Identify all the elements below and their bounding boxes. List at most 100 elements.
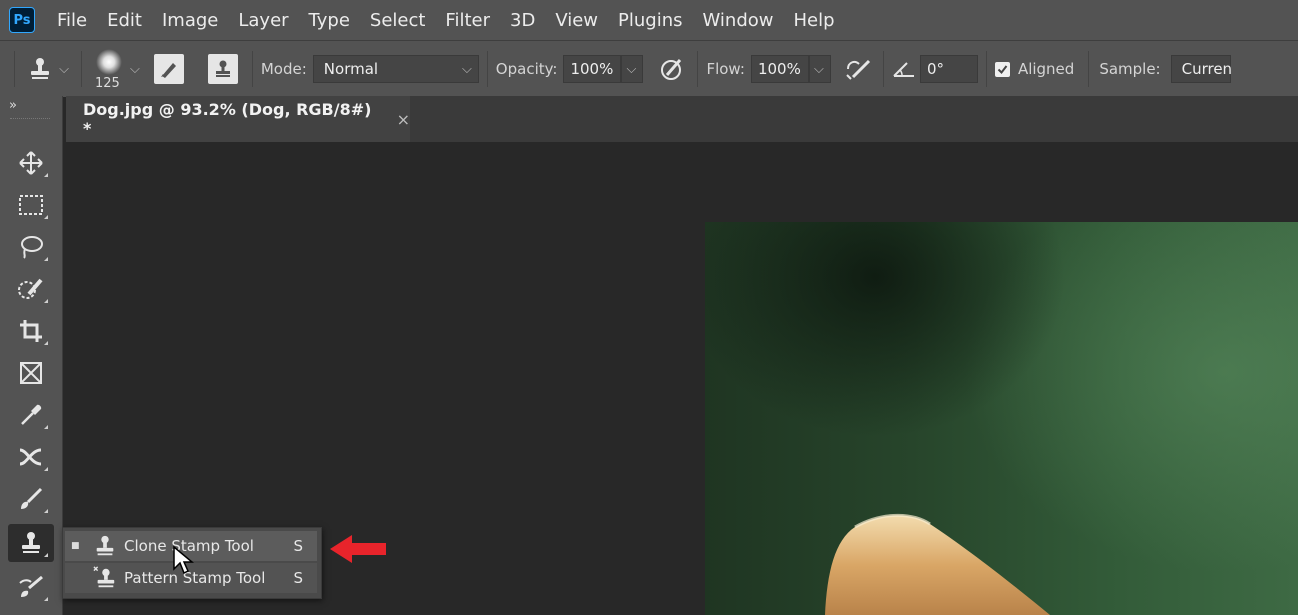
brush-settings-icon [160, 63, 176, 78]
lasso-tool[interactable] [8, 228, 54, 266]
history-brush-icon [19, 575, 43, 597]
menu-plugins[interactable]: Plugins [608, 10, 692, 31]
brush-tool[interactable] [8, 480, 54, 518]
brush-preset-picker[interactable]: 125 [90, 45, 130, 93]
healing-brush-icon [19, 448, 42, 466]
submenu-indicator [44, 173, 48, 177]
clone-stamp-tool[interactable] [8, 524, 54, 562]
submenu-indicator [44, 257, 48, 261]
flow-dropdown[interactable]: ⌵ [808, 55, 831, 83]
chevron-down-icon: ⌵ [461, 61, 472, 77]
clone-source-button[interactable] [207, 54, 238, 84]
document-tab-title[interactable]: Dog.jpg @ 93.2% (Dog, RGB/8#) * [83, 100, 383, 138]
opacity-input[interactable]: 100% [563, 55, 622, 83]
brush-icon [21, 487, 43, 509]
menu-window[interactable]: Window [693, 10, 784, 31]
crop-icon [20, 320, 42, 342]
menu-image[interactable]: Image [152, 10, 228, 31]
opacity-value: 100% [570, 60, 614, 78]
sample-select[interactable]: Curren [1170, 55, 1233, 83]
angle-icon [893, 62, 914, 77]
document-tab-strip: Dog.jpg @ 93.2% (Dog, RGB/8#) * × [66, 96, 1298, 142]
eyedropper-icon [21, 404, 42, 425]
flyout-item-label: Pattern Stamp Tool [124, 569, 266, 587]
dog-ear-image [825, 513, 1050, 615]
brush-size-value: 125 [95, 76, 120, 91]
tool-preset-picker[interactable]: ⌵ [23, 56, 73, 82]
opacity-dropdown[interactable]: ⌵ [621, 55, 644, 83]
flyout-item-shortcut: S [293, 537, 303, 555]
submenu-indicator [44, 553, 48, 557]
brush-settings-button[interactable] [153, 54, 184, 84]
flow-value: 100% [757, 60, 801, 78]
menu-select[interactable]: Select [360, 10, 436, 31]
marquee-tool[interactable] [8, 186, 54, 224]
red-arrow-icon [330, 535, 386, 563]
menu-3d[interactable]: 3D [500, 10, 545, 31]
airbrush-button[interactable] [841, 55, 875, 83]
options-grip [14, 51, 15, 87]
mode-label: Mode: [260, 60, 307, 78]
angle-input[interactable]: 0° [919, 55, 978, 83]
separator [81, 51, 82, 87]
checkmark-icon [997, 64, 1008, 74]
separator [486, 51, 488, 87]
aligned-label[interactable]: Aligned [1018, 60, 1074, 78]
flyout-item-shortcut: S [293, 569, 303, 587]
mode-select[interactable]: Normal ⌵ [312, 55, 479, 83]
crop-tool[interactable] [8, 312, 54, 350]
flow-label: Flow: [706, 60, 745, 78]
menu-file[interactable]: File [47, 10, 97, 31]
frame-tool[interactable] [8, 354, 54, 392]
chevron-down-icon: ⌵ [59, 61, 69, 77]
airbrush-icon [846, 59, 870, 80]
document-tab[interactable]: Dog.jpg @ 93.2% (Dog, RGB/8#) * × [66, 96, 410, 142]
document-image[interactable] [705, 222, 1298, 615]
menu-edit[interactable]: Edit [97, 10, 152, 31]
submenu-indicator [44, 215, 48, 219]
separator [697, 51, 699, 87]
separator [985, 51, 987, 87]
quick-selection-tool[interactable] [8, 270, 54, 308]
history-brush-tool[interactable] [8, 568, 54, 606]
healing-brush-tool[interactable] [8, 438, 54, 476]
submenu-indicator [44, 341, 48, 345]
submenu-indicator [44, 299, 48, 303]
options-bar: ⌵ 125 ⌵ Mode: Normal ⌵ Opacity: 100% ⌵ F… [0, 40, 1298, 97]
selected-marker-icon: ■ [71, 541, 80, 551]
chevron-down-icon: ⌵ [813, 61, 824, 77]
eyedropper-tool[interactable] [8, 396, 54, 434]
panel-grip[interactable] [10, 118, 50, 123]
sample-value: Curren [1181, 60, 1233, 78]
pressure-opacity-button[interactable] [655, 55, 689, 83]
move-icon [19, 151, 43, 175]
clone-source-icon [215, 60, 230, 77]
aligned-checkbox[interactable] [994, 61, 1010, 77]
separator [251, 51, 253, 87]
tools-panel: » [0, 96, 63, 615]
clone-stamp-icon [93, 534, 117, 558]
frame-icon [20, 362, 42, 384]
menu-view[interactable]: View [545, 10, 608, 31]
menu-type[interactable]: Type [299, 10, 360, 31]
photoshop-logo: Ps [9, 7, 35, 33]
lasso-icon [21, 236, 43, 259]
flow-input[interactable]: 100% [750, 55, 809, 83]
submenu-indicator [44, 509, 48, 513]
menu-layer[interactable]: Layer [228, 10, 298, 31]
move-tool[interactable] [8, 144, 54, 182]
separator [882, 51, 884, 87]
menu-bar: Ps File Edit Image Layer Type Select Fil… [0, 0, 1298, 40]
collapse-panel-icon[interactable]: » [9, 98, 17, 113]
angle-value: 0° [926, 60, 944, 78]
menu-help[interactable]: Help [784, 10, 845, 31]
submenu-indicator [44, 425, 48, 429]
mouse-cursor-icon [173, 545, 194, 575]
close-icon[interactable]: × [397, 110, 410, 129]
chevron-down-icon[interactable]: ⌵ [130, 62, 140, 77]
menu-filter[interactable]: Filter [435, 10, 500, 31]
clone-stamp-icon [22, 532, 40, 553]
submenu-indicator [44, 467, 48, 471]
chevron-down-icon: ⌵ [626, 61, 637, 77]
marquee-icon [19, 195, 43, 215]
